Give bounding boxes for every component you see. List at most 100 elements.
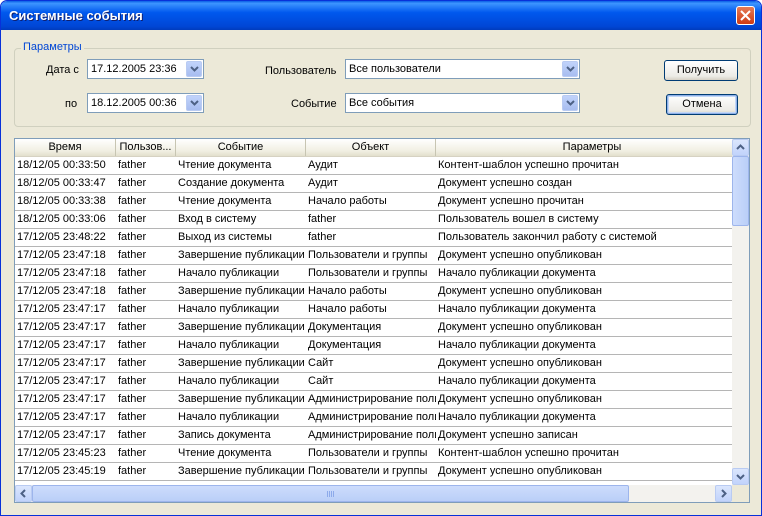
table-row[interactable]: 17/12/05 23:47:18 father Начало публикации… — [15, 265, 732, 283]
table-row[interactable]: 17/12/05 23:45:19 father Завершение публик… — [15, 463, 732, 481]
table-row[interactable]: 17/12/05 23:47:18 father Завершение публик… — [15, 283, 732, 301]
cell-parameters: Начало публикации документа — [438, 303, 596, 315]
date-from-picker[interactable]: 17.12.2005 23:36 — [87, 59, 204, 79]
cell-time: 18/12/05 00:33:47 — [17, 177, 106, 189]
cell-event: Чтение документа — [178, 159, 272, 171]
table-row[interactable]: 18/12/05 00:33:06 father Вход в систему fat… — [15, 211, 732, 229]
date-to-picker[interactable]: 18.12.2005 00:36 — [87, 93, 204, 113]
column-header-user[interactable]: Пользов... — [116, 139, 176, 156]
cell-user: father — [118, 267, 147, 279]
cell-object: Начало работы — [308, 303, 387, 315]
cell-user: father — [118, 231, 147, 243]
user-dropdown-button[interactable] — [562, 61, 578, 77]
cell-event: Начало публикации — [178, 303, 280, 315]
close-icon — [740, 10, 751, 21]
title-bar[interactable]: Системные события — [1, 1, 761, 30]
close-button[interactable] — [736, 6, 755, 25]
cell-time: 17/12/05 23:45:19 — [17, 465, 106, 477]
table-row[interactable]: 17/12/05 23:47:17 father Начало публикации… — [15, 373, 732, 391]
column-header-object[interactable]: Объект — [306, 139, 436, 156]
cell-event: Завершение публикации — [178, 465, 305, 477]
table-row[interactable]: 17/12/05 23:47:17 father Завершение публик… — [15, 319, 732, 337]
cell-time: 17/12/05 23:47:17 — [17, 393, 106, 405]
column-header-time[interactable]: Время — [15, 139, 116, 156]
user-select[interactable]: Все пользователи — [345, 59, 580, 79]
table-row[interactable]: 17/12/05 23:45:23 father Чтение документа П… — [15, 445, 732, 463]
cell-object: Пользователи и группы — [308, 465, 428, 477]
cell-user: father — [118, 177, 147, 189]
cell-parameters: Документ успешно опубликован — [438, 393, 602, 405]
cell-object: Начало работы — [308, 285, 387, 297]
date-to-value: 18.12.2005 00:36 — [91, 97, 177, 109]
table-row[interactable]: 17/12/05 23:47:17 father Начало публикации… — [15, 409, 732, 427]
cell-event: Выход из системы — [178, 231, 272, 243]
scroll-grip — [329, 491, 330, 497]
cell-parameters: Документ успешно опубликован — [438, 357, 602, 369]
table-row[interactable]: 17/12/05 23:47:17 father Начало публикации… — [15, 301, 732, 319]
scroll-up-button[interactable] — [732, 139, 749, 156]
cell-event: Завершение публикации — [178, 393, 305, 405]
vertical-scrollbar[interactable] — [732, 139, 749, 485]
cell-user: father — [118, 303, 147, 315]
cell-object: Администрирование поли — [308, 429, 436, 441]
cell-event: Чтение документа — [178, 447, 272, 459]
cell-user: father — [118, 375, 147, 387]
cell-event: Начало публикации — [178, 339, 280, 351]
table-row[interactable]: 18/12/05 00:33:50 father Чтение документа А… — [15, 157, 732, 175]
table-row[interactable]: 17/12/05 23:47:17 father Завершение публик… — [15, 355, 732, 373]
table-row[interactable]: 17/12/05 23:47:17 father Начало публикации… — [15, 337, 732, 355]
cell-object: Пользователи и группы — [308, 249, 428, 261]
chevron-down-icon — [190, 100, 199, 106]
table-row[interactable]: 17/12/05 23:48:22 father Выход из системы f… — [15, 229, 732, 247]
cell-object: Документация — [308, 339, 382, 351]
event-dropdown-button[interactable] — [562, 95, 578, 111]
table-row[interactable]: 17/12/05 23:47:17 father Завершение публик… — [15, 391, 732, 409]
date-from-label: Дата с — [46, 64, 79, 76]
event-select[interactable]: Все события — [345, 93, 580, 113]
column-header-event[interactable]: Событие — [176, 139, 306, 156]
scroll-right-button[interactable] — [715, 485, 732, 502]
cell-time: 17/12/05 23:47:17 — [17, 339, 106, 351]
event-label: Событие — [291, 98, 337, 110]
get-button[interactable]: Получить — [664, 60, 738, 81]
cell-object: Сайт — [308, 375, 334, 387]
cell-parameters: Начало публикации документа — [438, 267, 596, 279]
horizontal-scrollbar[interactable] — [15, 485, 732, 502]
cell-event: Создание документа — [178, 177, 285, 189]
cell-user: father — [118, 339, 147, 351]
cell-user: father — [118, 249, 147, 261]
scroll-down-button[interactable] — [732, 468, 749, 485]
cell-object: Документация — [308, 321, 382, 333]
cell-parameters: Начало публикации документа — [438, 375, 596, 387]
cell-event: Начало публикации — [178, 375, 280, 387]
cell-object: Начало работы — [308, 195, 387, 207]
cell-time: 17/12/05 23:48:22 — [17, 231, 106, 243]
chevron-down-icon — [566, 66, 575, 72]
cell-object: father — [308, 213, 337, 225]
scroll-left-button[interactable] — [15, 485, 32, 502]
horizontal-scroll-thumb[interactable] — [32, 485, 629, 502]
scrollbar-corner — [732, 485, 749, 502]
table-row[interactable]: 18/12/05 00:33:47 father Создание документ… — [15, 175, 732, 193]
cell-event: Завершение публикации — [178, 285, 305, 297]
date-from-dropdown-button[interactable] — [186, 61, 202, 77]
cell-time: 17/12/05 23:47:17 — [17, 375, 106, 387]
column-header-parameters[interactable]: Параметры — [436, 139, 749, 156]
cell-parameters: Документ успешно опубликован — [438, 321, 602, 333]
scroll-grip — [333, 491, 334, 497]
cancel-button[interactable]: Отмена — [666, 94, 738, 115]
events-list[interactable]: Время Пользов... Событие Объект Параметр… — [14, 138, 750, 503]
chevron-down-icon — [566, 100, 575, 106]
cell-event: Вход в систему — [178, 213, 257, 225]
table-row[interactable]: 18/12/05 00:33:38 father Чтение документа Н… — [15, 193, 732, 211]
vertical-scroll-thumb[interactable] — [732, 156, 749, 226]
table-row[interactable]: 17/12/05 23:47:18 father Завершение публик… — [15, 247, 732, 265]
date-to-dropdown-button[interactable] — [186, 95, 202, 111]
cell-time: 18/12/05 00:33:50 — [17, 159, 106, 171]
list-header: Время Пользов... Событие Объект Параметр… — [15, 139, 749, 157]
cell-time: 17/12/05 23:47:18 — [17, 285, 106, 297]
table-row[interactable]: 17/12/05 23:47:17 father Запись документа А… — [15, 427, 732, 445]
cell-object: Аудит — [308, 159, 338, 171]
cell-object: Аудит — [308, 177, 338, 189]
cell-event: Завершение публикации — [178, 249, 305, 261]
